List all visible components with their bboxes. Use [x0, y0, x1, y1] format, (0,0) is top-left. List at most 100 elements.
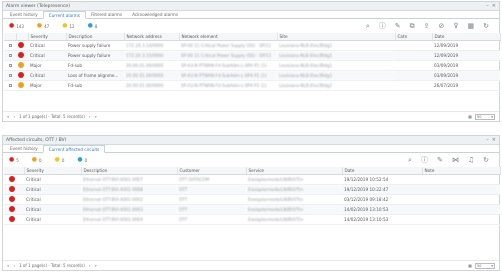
column-header[interactable]: Description — [81, 167, 178, 175]
column-header[interactable]: Severity — [28, 33, 67, 41]
alarm-toolbar: ● 143 ● 47 ● 12 ● 8 ⌕ ⓘ ✎ ⧉ ⇪ ⊘ ⊽ ▦ ↻ — [3, 19, 499, 33]
date-cell: 03/12/2019 09:18:42 — [342, 194, 422, 205]
column-header[interactable]: Site — [277, 33, 396, 41]
tab-event-history[interactable]: Event history — [5, 11, 43, 18]
next-page-icon[interactable]: › — [89, 263, 91, 268]
last-page-icon[interactable]: » — [94, 114, 96, 119]
service-cell: Exelaptermode/LN/BVI/Ttn — [246, 204, 342, 215]
column-header[interactable]: Severity — [24, 167, 82, 175]
refresh-icon[interactable]: ↻ — [483, 156, 489, 164]
description-cell: Ethernet OTT-BVI-4001-0004 — [81, 214, 177, 225]
table-row[interactable]: Critical Ethernet OTT-BVI-4001-0004 OTT Exe… — [4, 214, 500, 225]
severity-counter[interactable]: ● 0 — [55, 157, 65, 163]
info-icon[interactable]: ⓘ — [379, 21, 386, 31]
search-icon[interactable]: ⌕ — [408, 156, 412, 165]
date-cell: 26/07/2019 — [432, 80, 500, 91]
search-icon[interactable]: ⌕ — [366, 22, 370, 31]
bell-icon: ● — [9, 156, 15, 163]
tab-filtered-alarms[interactable]: Filtered alarms — [86, 11, 127, 18]
row-checkbox[interactable] — [9, 73, 12, 77]
counter-value: 47 — [44, 23, 50, 29]
column-header[interactable] — [4, 167, 25, 175]
filter-icon[interactable]: ⊽ — [453, 22, 458, 30]
column-header[interactable] — [16, 33, 29, 41]
table-row[interactable]: Critical Power supply failure 172.20.3.15/… — [4, 50, 500, 61]
date-cell: 12/09/2019 — [432, 40, 500, 51]
bell-icon[interactable]: ♫ — [468, 156, 474, 164]
first-page-icon[interactable]: « — [7, 263, 9, 268]
table-row[interactable]: Major Fd-sub 20.00.01.00/0000 SP-A3-N PTWAN… — [4, 80, 500, 91]
refresh-icon[interactable]: ↻ — [483, 22, 489, 30]
column-header[interactable]: Description — [66, 33, 125, 41]
table-row[interactable]: Critical Ethernet OTT-BVI-4001-0002 OTT Exe… — [4, 194, 500, 205]
customer-cell: OTT DATACOM — [177, 174, 246, 185]
tab-event-history[interactable]: Event history — [5, 145, 43, 152]
row-checkbox[interactable] — [9, 53, 12, 57]
table-row[interactable]: Critical Ethernet OTT-BVI-4001-0003 OTT Exe… — [4, 204, 500, 215]
close-icon[interactable]: × — [492, 3, 496, 9]
severity-dot-icon — [18, 82, 24, 88]
row-checkbox[interactable] — [9, 83, 12, 87]
next-page-icon[interactable]: › — [89, 114, 91, 119]
close-icon[interactable]: × — [492, 137, 496, 143]
severity-counter[interactable]: ● 12 — [62, 23, 74, 29]
note-cell — [422, 194, 500, 205]
severity-counter[interactable]: ● 47 — [37, 23, 49, 29]
element-cell: SP-00 11 Critical Power Supply (SS) - SP… — [179, 40, 277, 51]
page-size-select[interactable]: 50 ▾ — [475, 262, 495, 269]
grid-view-icon[interactable]: ▦ — [468, 263, 472, 268]
chevron-down-icon: ▾ — [491, 263, 493, 268]
description-cell: Loss of frame alignme... — [66, 70, 124, 81]
column-header[interactable] — [4, 33, 17, 41]
severity-counter[interactable]: ● 8 — [88, 23, 98, 29]
last-page-icon[interactable]: » — [94, 263, 96, 268]
tab-acknowledged-alarms[interactable]: Acknowledged alarms — [127, 11, 183, 18]
note-cell — [422, 184, 500, 195]
edit-icon[interactable]: ✎ — [437, 156, 443, 164]
first-page-icon[interactable]: « — [7, 114, 9, 119]
prev-page-icon[interactable]: ‹ — [13, 263, 15, 268]
severity-counter[interactable]: ● 0 — [77, 157, 87, 163]
columns-icon[interactable]: ▦ — [468, 22, 475, 30]
table-row[interactable]: Critical Ethernet OTT-BVI-4001-0007 OTT DA… — [4, 174, 500, 185]
table-row[interactable]: Major Fd-sub 20.00.01.00/0000 SP-A3-N PTWAN… — [4, 60, 500, 71]
grid-view-icon[interactable]: ▦ — [468, 114, 472, 119]
page-size-select[interactable]: 50 ▾ — [475, 113, 495, 120]
minimize-icon[interactable]: – — [486, 3, 489, 9]
bell-icon: ● — [54, 156, 60, 163]
column-header[interactable]: Network element — [179, 33, 278, 41]
severity-counter[interactable]: ● 0 — [32, 157, 42, 163]
description-cell: Ethernet OTT-BVI-4001-0003 — [81, 204, 177, 215]
column-header[interactable]: Date — [432, 33, 501, 41]
circuits-table: Severity Description Customer Service Date No… — [4, 167, 501, 225]
tab-current-alarms[interactable]: Current alarms — [42, 11, 86, 19]
export-icon[interactable]: ⇪ — [424, 22, 430, 30]
address-cell: 172.20.3.15/0000 — [124, 50, 179, 61]
toolbar-actions: ⌕ ⓘ ✎ ⋈ ♫ ↻ — [408, 155, 489, 165]
column-header[interactable]: Customer — [177, 167, 247, 175]
table-row[interactable]: Critical Ethernet OTT-BVI-4001-0008 OTT Exe… — [4, 184, 500, 195]
row-checkbox[interactable] — [9, 43, 12, 47]
edit-icon[interactable]: ✎ — [395, 22, 401, 30]
column-header[interactable]: Note — [422, 167, 501, 175]
severity-cell: Major — [28, 60, 66, 71]
minimize-icon[interactable]: – — [486, 137, 489, 143]
mute-icon[interactable]: ⊘ — [439, 22, 445, 30]
table-row[interactable]: Critical Loss of frame alignme... 20.00.01… — [4, 70, 500, 81]
info-icon[interactable]: ⓘ — [421, 155, 428, 165]
table-row[interactable]: Critical Power supply failure 172.20.3.14/… — [4, 40, 500, 51]
tab-current-affected-circuits[interactable]: Current affected circuits — [42, 145, 106, 153]
column-header[interactable]: Date — [342, 167, 423, 175]
counter-value: 143 — [16, 23, 24, 29]
column-header[interactable]: Catn — [395, 33, 433, 41]
prev-page-icon[interactable]: ‹ — [13, 114, 15, 119]
severity-counter[interactable]: ● 5 — [9, 157, 19, 163]
category-cell — [395, 40, 432, 51]
column-header[interactable]: Network address — [124, 33, 180, 41]
severity-counter[interactable]: ● 143 — [9, 23, 24, 29]
column-header[interactable]: Service — [246, 167, 343, 175]
copy-icon[interactable]: ⧉ — [410, 22, 415, 31]
share-icon[interactable]: ⋈ — [452, 156, 459, 164]
row-checkbox[interactable] — [9, 63, 12, 67]
counter-value: 8 — [94, 23, 98, 29]
